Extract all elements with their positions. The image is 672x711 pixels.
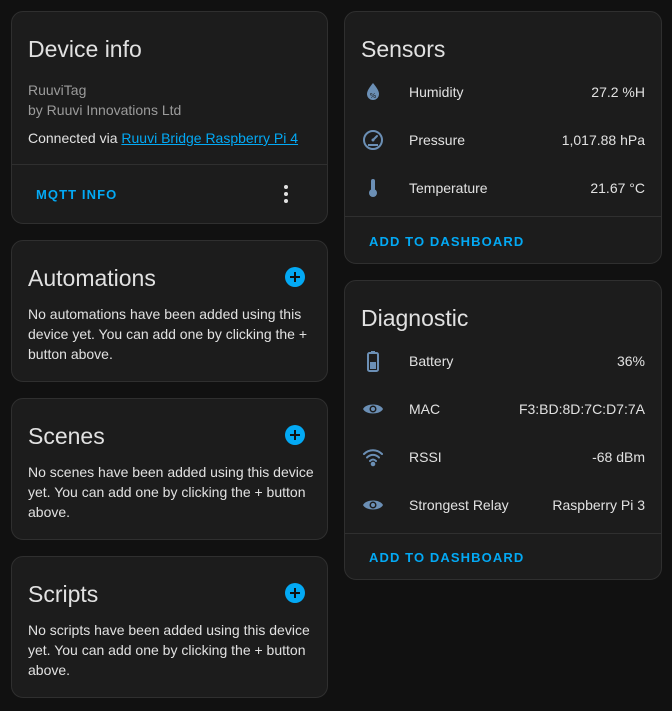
diagnostic-value: F3:BD:8D:7C:D7:7A	[518, 401, 645, 417]
device-info-title: Device info	[28, 36, 142, 62]
connected-via: Connected via Ruuvi Bridge Raspberry Pi …	[28, 128, 298, 148]
device-info-card: Device info RuuviTag by Ruuvi Innovation…	[11, 11, 328, 224]
automations-empty-text: No automations have been added using thi…	[28, 306, 308, 362]
diagnostic-card: Diagnostic Battery 36% MAC F3:BD:8D:7C:D…	[344, 280, 662, 580]
diagnostic-label: Strongest Relay	[409, 497, 509, 513]
sensor-value: 27.2 %H	[591, 84, 645, 100]
sensor-label: Pressure	[409, 132, 466, 148]
wifi-icon	[361, 445, 385, 469]
scenes-title: Scenes	[28, 423, 105, 449]
eye-icon	[361, 397, 385, 421]
scripts-card: Scripts No scripts have been added using…	[11, 556, 328, 698]
diagnostic-row-strongest-relay[interactable]: Strongest Relay Raspberry Pi 3	[345, 493, 661, 517]
diagnostic-label: Battery	[409, 353, 454, 369]
device-manufacturer: by Ruuvi Innovations Ltd	[28, 102, 182, 118]
scripts-title: Scripts	[28, 581, 99, 607]
diagnostic-value: Raspberry Pi 3	[552, 497, 645, 513]
svg-text:%: %	[370, 92, 377, 100]
sensor-label: Temperature	[409, 180, 488, 196]
gauge-icon	[361, 128, 385, 152]
sensors-card: Sensors % Humidity 27.2 %H Pressure 1,01…	[344, 11, 662, 264]
connected-via-prefix: Connected via	[28, 130, 122, 146]
add-automation-button[interactable]	[285, 267, 305, 287]
connected-via-link[interactable]: Ruuvi Bridge Raspberry Pi 4	[121, 130, 298, 146]
diagnostic-label: MAC	[409, 401, 441, 417]
add-script-button[interactable]	[285, 583, 305, 603]
sensor-row-temperature[interactable]: Temperature 21.67 °C	[345, 176, 661, 200]
sensor-row-humidity[interactable]: % Humidity 27.2 %H	[345, 80, 661, 104]
eye-icon	[361, 493, 385, 517]
sensor-row-pressure[interactable]: Pressure 1,017.88 hPa	[345, 128, 661, 152]
diagnostic-label: RSSI	[409, 449, 442, 465]
divider	[345, 533, 661, 534]
diagnostic-value: -68 dBm	[592, 449, 645, 465]
diagnostic-row-mac[interactable]: MAC F3:BD:8D:7C:D7:7A	[345, 397, 661, 421]
diagnostic-row-battery[interactable]: Battery 36%	[345, 349, 661, 373]
water-percent-icon: %	[361, 80, 385, 104]
sensor-label: Humidity	[409, 84, 464, 100]
battery-icon	[361, 349, 385, 373]
sensor-value: 1,017.88 hPa	[561, 132, 645, 148]
divider	[12, 164, 327, 165]
divider	[345, 216, 661, 217]
add-to-dashboard-button[interactable]: ADD TO DASHBOARD	[369, 550, 524, 565]
scripts-empty-text: No scripts have been added using this de…	[28, 622, 310, 678]
diagnostic-value: 36%	[616, 353, 645, 369]
sensor-value: 21.67 °C	[590, 180, 645, 196]
scenes-card: Scenes No scenes have been added using t…	[11, 398, 328, 540]
automations-card: Automations No automations have been add…	[11, 240, 328, 382]
sensors-title: Sensors	[361, 36, 446, 62]
scenes-empty-text: No scenes have been added using this dev…	[28, 464, 314, 520]
dots-vertical-icon[interactable]	[274, 182, 298, 206]
thermometer-icon	[361, 176, 385, 200]
automations-title: Automations	[28, 265, 156, 291]
mqtt-info-button[interactable]: MQTT INFO	[36, 187, 117, 202]
diagnostic-row-rssi[interactable]: RSSI -68 dBm	[345, 445, 661, 469]
add-scene-button[interactable]	[285, 425, 305, 445]
diagnostic-title: Diagnostic	[361, 305, 469, 331]
add-to-dashboard-button[interactable]: ADD TO DASHBOARD	[369, 234, 524, 249]
device-model: RuuviTag	[28, 82, 87, 98]
